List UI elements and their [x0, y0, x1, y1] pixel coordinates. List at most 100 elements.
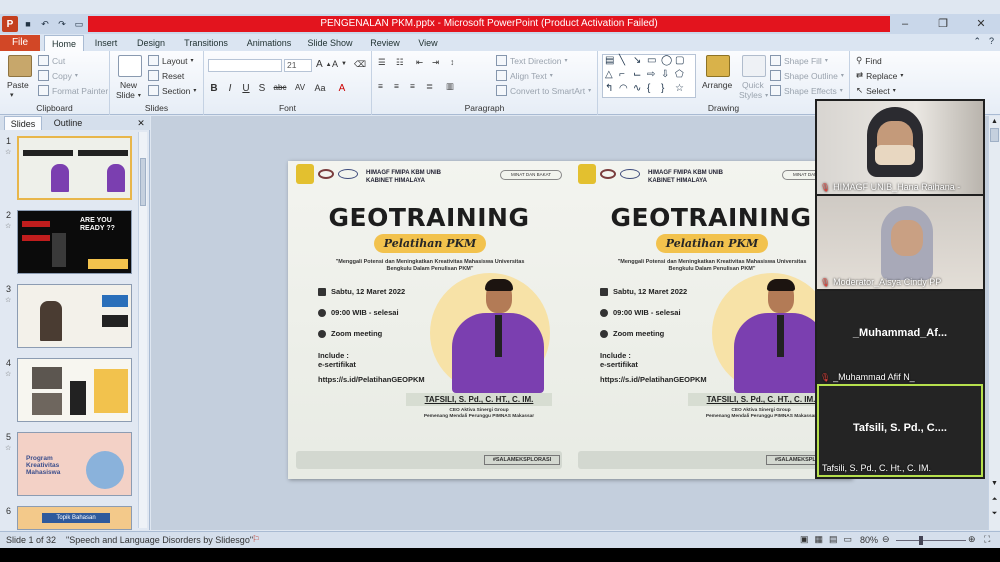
brace-right-shape-icon[interactable]: } — [661, 83, 664, 94]
quick-styles-icon[interactable] — [742, 55, 766, 77]
minimize-icon[interactable]: – — [898, 15, 912, 33]
tab-slide-show[interactable]: Slide Show — [304, 35, 356, 51]
rounded-rect-shape-icon[interactable]: ▢ — [675, 55, 684, 66]
new-slide-icon[interactable] — [118, 55, 142, 77]
font-name-field[interactable] — [208, 59, 282, 72]
minimize-ribbon-icon[interactable]: ⌃ — [973, 36, 981, 47]
tab-slides[interactable]: Slides — [4, 116, 42, 130]
tab-animations[interactable]: Animations — [242, 35, 296, 51]
slide-sorter-icon[interactable]: ▦ — [815, 534, 824, 545]
italic-button[interactable]: I — [224, 83, 236, 94]
arrow-line-shape-icon[interactable]: ↘ — [633, 55, 641, 66]
shape-fill-button[interactable]: Shape Fill ▾ — [770, 55, 828, 66]
close-icon[interactable]: ✕ — [974, 15, 988, 33]
find-button[interactable]: ⚲ Find — [856, 55, 882, 66]
slide-thumbnail-4[interactable] — [17, 358, 132, 422]
font-size-field[interactable]: 21 — [284, 59, 312, 72]
fit-to-window-icon[interactable]: ⛶ — [984, 534, 990, 545]
next-slide-icon[interactable]: ⏷ — [990, 510, 999, 520]
tab-outline[interactable]: Outline — [46, 116, 90, 130]
slide-thumbnail-5[interactable]: Program Kreativitas Mahasiswa — [17, 432, 132, 496]
pentagon-shape-icon[interactable]: ⬠ — [675, 69, 684, 80]
align-text-button[interactable]: Align Text ▾ — [496, 70, 553, 81]
canvas-scrollbar[interactable]: ▲ ▼ ⏶ ⏷ — [988, 116, 1000, 530]
tab-transitions[interactable]: Transitions — [178, 35, 234, 51]
undo-icon[interactable]: ↶ — [38, 17, 52, 31]
shadow-button[interactable]: S — [256, 83, 268, 94]
zoom-level[interactable]: 80% — [860, 535, 878, 545]
align-left-icon[interactable]: ≡ — [378, 81, 383, 91]
restore-icon[interactable]: ❐ — [936, 15, 950, 33]
previous-slide-icon[interactable]: ⏶ — [990, 496, 999, 506]
shapes-gallery[interactable]: ▤ ╲ ↘ ▭ ◯ ▢ △ ⌐ ⌙ ⇨ ⇩ ⬠ ↰ ◠ ∿ { } ☆ — [602, 54, 696, 98]
strikethrough-button[interactable]: abc — [270, 83, 290, 92]
tab-view[interactable]: View — [412, 35, 444, 51]
panel-scrollbar[interactable] — [138, 132, 147, 528]
down-arrow-shape-icon[interactable]: ⇩ — [661, 69, 669, 80]
freeform-shape-icon[interactable]: ∿ — [633, 83, 641, 94]
convert-smartart-button[interactable]: Convert to SmartArt ▾ — [496, 85, 591, 96]
arc-shape-icon[interactable]: ◠ — [619, 83, 628, 94]
textbox-shape-icon[interactable]: ▤ — [605, 55, 614, 66]
quick-styles-button[interactable]: Quick — [742, 80, 764, 90]
bold-button[interactable]: B — [208, 83, 220, 94]
paste-dropdown-icon[interactable]: ▾ — [10, 91, 14, 99]
oval-shape-icon[interactable]: ◯ — [661, 55, 672, 66]
numbering-icon[interactable]: ☷ — [396, 57, 404, 68]
help-icon[interactable]: ? — [989, 36, 994, 47]
columns-icon[interactable]: ▥ — [446, 81, 454, 92]
shape-effects-button[interactable]: Shape Effects ▾ — [770, 85, 843, 96]
clear-formatting-icon[interactable]: ⌫ — [354, 59, 366, 70]
font-color-button[interactable]: A — [336, 83, 348, 94]
powerpoint-logo-icon[interactable]: P — [2, 16, 18, 32]
replace-button[interactable]: ⇄ Replace ▾ — [856, 70, 903, 81]
save-icon[interactable]: ■ — [21, 17, 35, 31]
slide-thumbnail-1[interactable] — [17, 136, 132, 200]
participant-tile[interactable]: _Muhammad_Af... 🎙 _Muhammad Afif N_ — [817, 291, 983, 384]
scroll-thumb[interactable] — [990, 128, 999, 142]
scroll-down-icon[interactable]: ▼ — [990, 480, 999, 490]
align-center-icon[interactable]: ≡ — [394, 81, 399, 91]
tab-review[interactable]: Review — [364, 35, 406, 51]
tab-design[interactable]: Design — [130, 35, 172, 51]
shape-outline-button[interactable]: Shape Outline ▾ — [770, 70, 844, 81]
justify-icon[interactable]: ≣ — [426, 81, 433, 92]
close-panel-icon[interactable]: ✕ — [134, 116, 148, 130]
zoom-in-icon[interactable]: ⊕ — [968, 534, 976, 545]
select-button[interactable]: ↖ Select ▾ — [856, 85, 896, 96]
align-right-icon[interactable]: ≡ — [410, 81, 415, 91]
scroll-thumb[interactable] — [140, 158, 146, 206]
layout-button[interactable]: Layout ▾ — [148, 55, 194, 66]
new-slide-button[interactable]: New — [120, 80, 137, 90]
slideshow-icon[interactable]: ▭ — [72, 17, 86, 31]
tab-insert[interactable]: Insert — [88, 35, 124, 51]
zoom-out-icon[interactable]: ⊖ — [882, 534, 890, 545]
connector-arrow-shape-icon[interactable]: ⌙ — [633, 69, 641, 80]
increase-indent-icon[interactable]: ⇥ — [432, 57, 439, 68]
normal-view-icon[interactable]: ▣ — [800, 534, 809, 545]
reading-view-icon[interactable]: ▤ — [829, 534, 838, 545]
format-painter-button[interactable]: Format Painter — [38, 85, 108, 96]
slideshow-view-icon[interactable]: ▭ — [844, 534, 853, 545]
redo-icon[interactable]: ↷ — [55, 17, 69, 31]
triangle-shape-icon[interactable]: △ — [605, 69, 613, 80]
paste-button[interactable]: Paste — [7, 80, 29, 90]
grow-font-button[interactable]: A ▲ — [316, 59, 332, 70]
text-direction-button[interactable]: Text Direction ▾ — [496, 55, 568, 66]
scroll-up-icon[interactable]: ▲ — [990, 118, 999, 128]
participant-tile[interactable]: 🎙 Moderator_Aisya Cindy PP — [817, 196, 983, 289]
arrange-button[interactable]: Arrange — [702, 80, 732, 90]
spelling-check-icon[interactable]: ⚐ — [252, 534, 260, 545]
slide-thumbnail-6[interactable]: Topik Bahasan — [17, 506, 132, 530]
brace-shape-icon[interactable]: { — [647, 83, 650, 94]
quick-styles-label[interactable]: Styles ▾ — [739, 90, 768, 100]
slide-thumbnail-2[interactable]: ARE YOU READY ?? — [17, 210, 132, 274]
slide-thumbnail-3[interactable] — [17, 284, 132, 348]
change-case-button[interactable]: Aa — [312, 83, 328, 93]
character-spacing-button[interactable]: AV — [292, 83, 308, 92]
reset-button[interactable]: Reset — [148, 70, 184, 81]
rectangle-shape-icon[interactable]: ▭ — [647, 55, 656, 66]
curve-shape-icon[interactable]: ↰ — [605, 83, 613, 94]
star-shape-icon[interactable]: ☆ — [675, 83, 684, 94]
connector-shape-icon[interactable]: ⌐ — [619, 69, 625, 80]
